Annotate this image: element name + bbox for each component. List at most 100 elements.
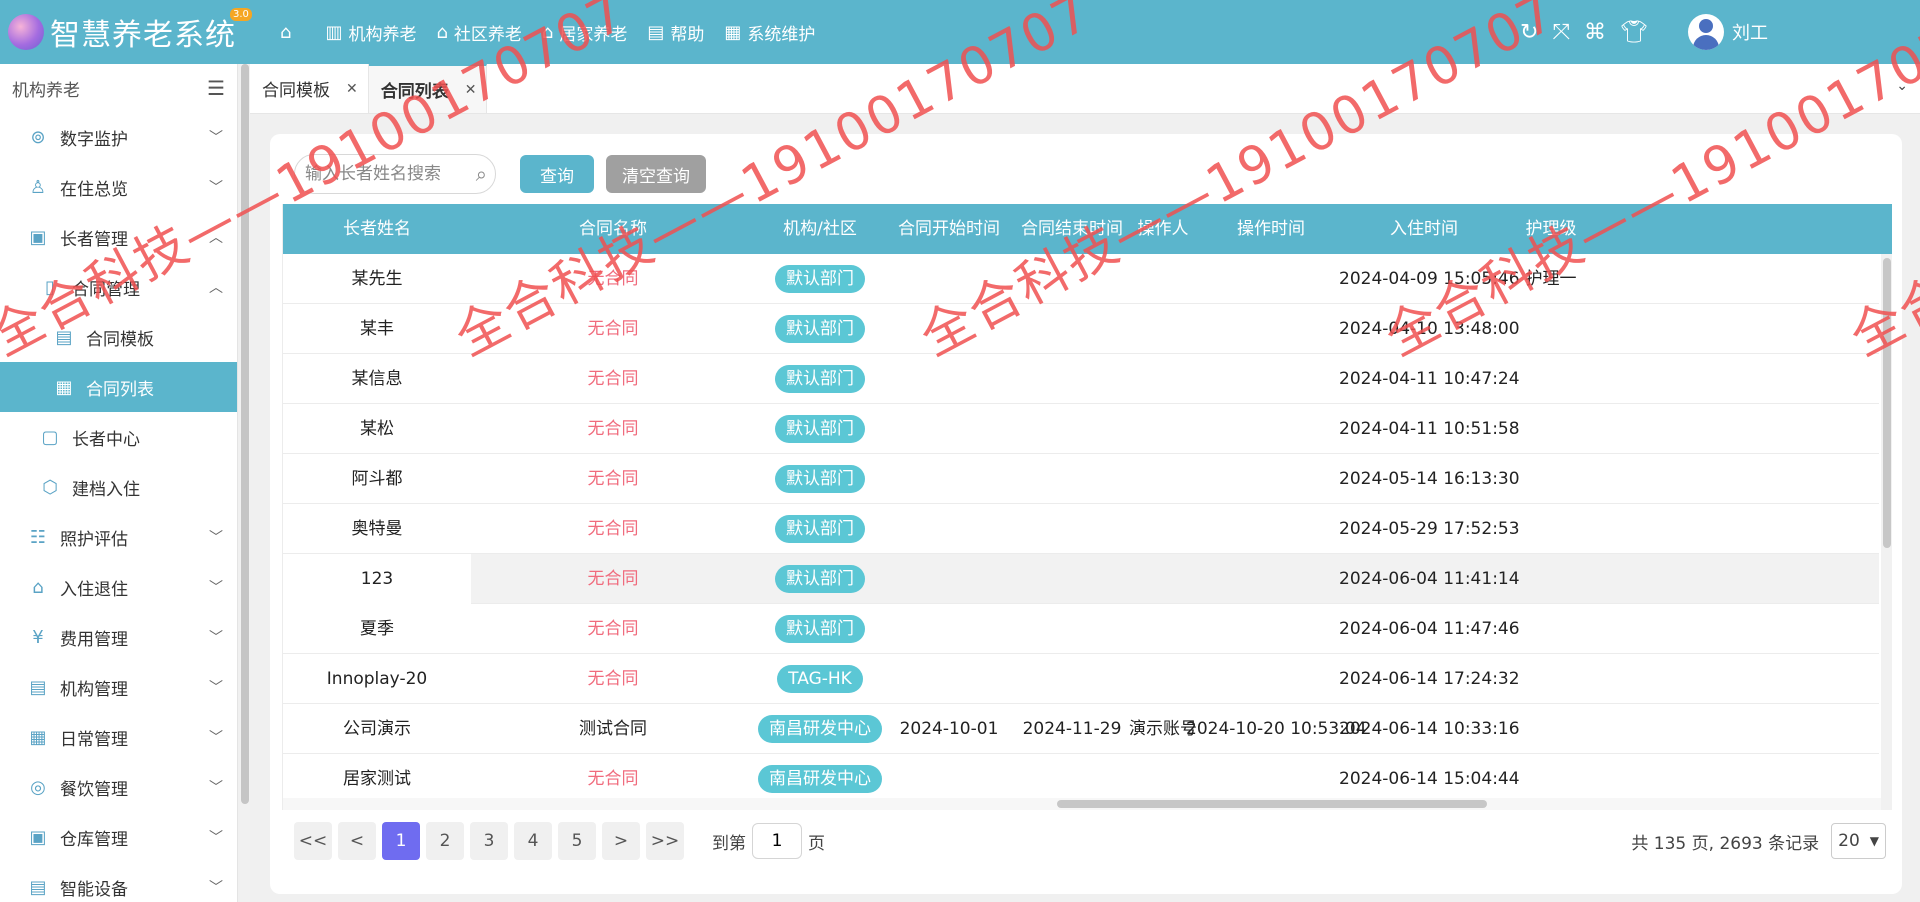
- first-page-button[interactable]: <<: [294, 822, 332, 860]
- table-row[interactable]: 奥特曼 无合同 默认部门 2024-05-29 17:52:53: [283, 504, 1879, 554]
- column-header[interactable]: 合同开始时间: [874, 204, 1024, 254]
- table-row[interactable]: 阿斗都 无合同 默认部门 2024-05-14 16:13:30: [283, 454, 1879, 504]
- column-header[interactable]: 护理级: [1516, 204, 1586, 254]
- table-header: 长者姓名 合同名称 机构/社区 合同开始时间 合同结束时间 操作人 操作时间 入住时间 护理级: [283, 204, 1892, 254]
- table-row[interactable]: 某丰 无合同 默认部门 2024-04-10 13:48:00: [283, 304, 1879, 354]
- sidebar-item-11[interactable]: ▤ 机构管理 ﹀: [0, 662, 237, 712]
- tab-contract-list[interactable]: 合同列表 ✕: [368, 64, 488, 113]
- cell-contract: 无合同: [587, 369, 639, 389]
- avatar[interactable]: [1687, 14, 1724, 50]
- table-row[interactable]: 夏季 无合同 默认部门 2024-06-04 11:47:46: [283, 604, 1879, 654]
- page-button-3[interactable]: 3: [470, 822, 508, 860]
- sidebar-item-7[interactable]: ⬡ 建档入住: [0, 462, 237, 512]
- device-icon: ▤: [29, 876, 47, 898]
- table-row[interactable]: 某松 无合同 默认部门 2024-04-11 10:51:58: [283, 404, 1879, 454]
- sidebar-item-1[interactable]: ♙ 在住总览 ﹀: [0, 162, 237, 212]
- sidebar-item-4[interactable]: ▤ 合同模板: [0, 312, 237, 362]
- page-button-5[interactable]: 5: [558, 822, 596, 860]
- sidebar-menu: ⊚ 数字监护 ﹀ ♙ 在住总览 ﹀ ▣ 长者管理 ︿ ▯ 合同管理 ︿ ▤ 合同模板 ▦ 合同列表 ▢ 长者中心 ⬡…: [0, 112, 237, 902]
- tab-contract-template[interactable]: 合同模板 ✕: [250, 64, 369, 113]
- column-header[interactable]: 机构/社区: [745, 204, 895, 254]
- user-name[interactable]: 刘工: [1732, 19, 1768, 45]
- horizontal-scroll-thumb[interactable]: [1057, 800, 1487, 808]
- chevron-down-icon: ﹀: [209, 630, 223, 646]
- table-row[interactable]: Innoplay-20 无合同 TAG-HK 2024-06-14 17:24:32: [283, 654, 1879, 704]
- table-row[interactable]: 123 无合同 默认部门 2024-06-04 11:41:14: [283, 554, 1879, 604]
- cell-name: 公司演示: [343, 719, 411, 739]
- search-icon[interactable]: ⌕: [476, 162, 487, 186]
- topnav-item-0[interactable]: ⌂: [280, 22, 297, 43]
- sidebar-item-9[interactable]: ⌂ 入住退住 ﹀: [0, 562, 237, 612]
- column-header[interactable]: 入住时间: [1339, 204, 1509, 254]
- topnav-item-5[interactable]: ▦ 系统维护: [724, 20, 815, 45]
- cell-care: [1516, 354, 1586, 404]
- cell-end: [1007, 404, 1137, 454]
- table-vertical-scrollbar[interactable]: [1881, 254, 1892, 810]
- org-badge: 默认部门: [775, 465, 865, 493]
- command-icon[interactable]: ⌘: [1584, 20, 1606, 45]
- sidebar-item-12[interactable]: ▦ 日常管理 ﹀: [0, 712, 237, 762]
- sidebar-item-6[interactable]: ▢ 长者中心: [0, 412, 237, 462]
- sidebar-item-10[interactable]: ¥ 费用管理 ﹀: [0, 612, 237, 662]
- fullscreen-icon[interactable]: ⤧: [1552, 20, 1570, 45]
- cell-name: Innoplay-20: [326, 669, 428, 689]
- chevron-down-icon: ﹀: [209, 530, 223, 546]
- theme-shirt-icon[interactable]: 👕︎: [1620, 20, 1648, 45]
- cell-start: [874, 254, 1024, 304]
- page-button-4[interactable]: 4: [514, 822, 552, 860]
- table-row[interactable]: 某信息 无合同 默认部门 2024-04-11 10:47:24: [283, 354, 1879, 404]
- close-icon[interactable]: ✕: [465, 82, 477, 98]
- clear-query-button[interactable]: 清空查询: [606, 155, 706, 193]
- checklist-icon: ☷: [29, 526, 47, 548]
- sidebar-item-3[interactable]: ▯ 合同管理 ︿: [0, 262, 237, 312]
- sidebar-item-label: 费用管理: [60, 629, 128, 650]
- sidebar-item-15[interactable]: ▤ 智能设备 ﹀: [0, 862, 237, 902]
- refresh-icon[interactable]: ↻: [1520, 20, 1538, 45]
- sidebar-item-label: 仓库管理: [60, 829, 128, 850]
- app-logo[interactable]: 智慧养老系统 3.0: [8, 8, 252, 54]
- cell-end: [1007, 304, 1137, 354]
- last-page-button[interactable]: >>: [646, 822, 684, 860]
- cell-end: [1007, 604, 1137, 654]
- page-button-2[interactable]: 2: [426, 822, 464, 860]
- column-header[interactable]: 合同结束时间: [1007, 204, 1137, 254]
- column-header[interactable]: 长者姓名: [283, 204, 471, 254]
- table-horizontal-scrollbar[interactable]: [283, 798, 1881, 810]
- search-input[interactable]: [305, 161, 455, 187]
- sidebar-item-8[interactable]: ☷ 照护评估 ﹀: [0, 512, 237, 562]
- sidebar-item-14[interactable]: ▣ 仓库管理 ﹀: [0, 812, 237, 862]
- topnav-item-3[interactable]: ⌂ 居家养老: [542, 20, 627, 45]
- page-button-1[interactable]: 1: [382, 822, 420, 860]
- cell-op-time: [1186, 404, 1356, 454]
- sidebar-item-13[interactable]: ◎ 餐饮管理 ﹀: [0, 762, 237, 812]
- collapse-menu-icon[interactable]: ☰: [207, 76, 225, 100]
- goto-page-input[interactable]: [752, 823, 802, 859]
- column-header[interactable]: 操作时间: [1186, 204, 1356, 254]
- prev-page-button[interactable]: <: [338, 822, 376, 860]
- column-header[interactable]: 合同名称: [518, 204, 708, 254]
- chevron-down-icon: ﹀: [209, 130, 223, 146]
- page-size-select[interactable]: 20 ▼: [1831, 823, 1886, 859]
- topnav-item-4[interactable]: ▤ 帮助: [647, 20, 704, 45]
- close-icon[interactable]: ✕: [346, 81, 358, 97]
- sidebar-item-0[interactable]: ⊚ 数字监护 ﹀: [0, 112, 237, 162]
- topnav-item-1[interactable]: ▥ 机构养老: [325, 20, 416, 45]
- query-button[interactable]: 查询: [520, 155, 594, 193]
- cell-checkin: 2024-04-09 15:05:46: [1339, 269, 1520, 289]
- sidebar-item-5[interactable]: ▦ 合同列表: [0, 362, 237, 412]
- topnav-label: 社区养老: [453, 24, 522, 45]
- vertical-scroll-thumb[interactable]: [1883, 258, 1891, 548]
- table-row[interactable]: 居家测试 无合同 南昌研发中心 2024-06-14 15:04:44: [283, 754, 1879, 804]
- sidebar-item-label: 机构管理: [60, 679, 128, 700]
- sidebar-item-label: 日常管理: [60, 729, 128, 750]
- sidebar-scroll-thumb[interactable]: [241, 64, 249, 804]
- chevron-down-icon[interactable]: ⌄: [1896, 78, 1908, 94]
- topnav-item-2[interactable]: ⌂ 社区养老: [436, 20, 521, 45]
- next-page-button[interactable]: >: [602, 822, 640, 860]
- table-row[interactable]: 公司演示 测试合同 南昌研发中心 2024-10-01 2024-11-29 演示账号 20…: [283, 704, 1879, 754]
- sidebar-item-2[interactable]: ▣ 长者管理 ︿: [0, 212, 237, 262]
- table-row[interactable]: 某先生 无合同 默认部门 2024-04-09 15:05:46 护理一: [283, 254, 1879, 304]
- sidebar-scrollbar[interactable]: [240, 64, 250, 902]
- cell-org: 南昌研发中心: [745, 754, 895, 804]
- cell-org: 默认部门: [745, 454, 895, 504]
